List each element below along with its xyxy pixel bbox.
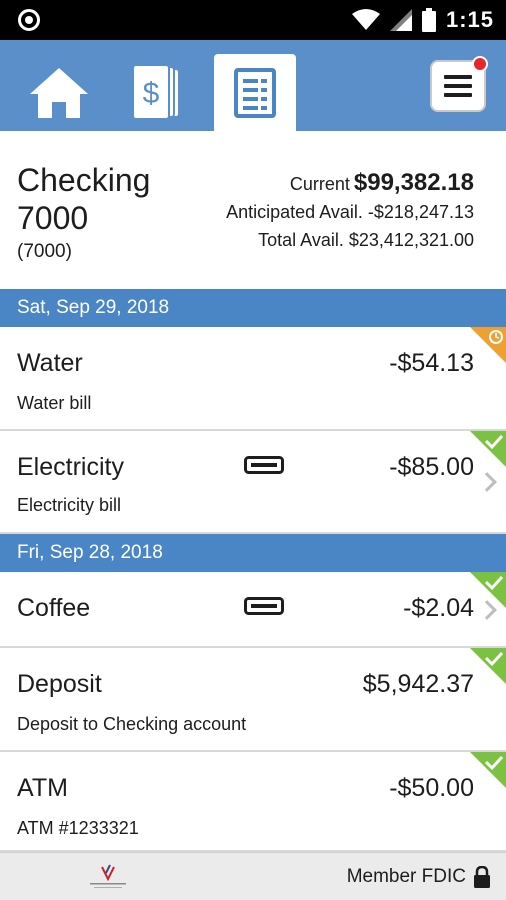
status-bar: 1:15 (0, 0, 506, 40)
chevron-right-icon[interactable] (477, 472, 497, 492)
lock-icon (474, 866, 490, 888)
account-name: Checking 7000 (17, 162, 151, 236)
footer: Member FDIC (0, 852, 506, 900)
current-balance-label: Current (289, 174, 350, 194)
transaction-row-water[interactable]: Water Water bill -$54.13 (0, 327, 506, 431)
hamburger-menu-icon (444, 75, 472, 97)
status-time: 1:15 (445, 7, 494, 32)
pending-clock-icon (470, 327, 506, 363)
transaction-row-atm[interactable]: ATM ATM #1233321 -$50.00 (0, 752, 506, 852)
current-balance-value: $99,382.18 (353, 169, 474, 196)
money-stack-icon: $ (132, 64, 180, 120)
transaction-amount: -$54.13 (389, 349, 474, 377)
transaction-name: Electricity (17, 453, 124, 481)
transaction-name: ATM (17, 774, 68, 802)
home-icon (30, 67, 88, 118)
transaction-amount: -$85.00 (389, 453, 474, 481)
cleared-check-icon (470, 572, 506, 608)
transaction-description: Water bill (17, 393, 92, 413)
notification-badge (472, 56, 488, 72)
receipt-icon (244, 597, 284, 615)
tab-register[interactable] (214, 54, 296, 131)
cleared-check-icon (470, 431, 506, 467)
anticipated-balance-value: -$218,247.13 (367, 202, 474, 222)
bank-logo (90, 864, 126, 888)
total-balance-row: Total Avail. $23,412,321.00 (226, 226, 474, 254)
top-nav: $ (0, 40, 506, 131)
transaction-name: Coffee (17, 594, 91, 622)
balance-summary: Current $99,382.18 Anticipated Avail. -$2… (226, 169, 474, 254)
transaction-description: Deposit to Checking account (17, 714, 247, 734)
total-balance-label: Total Avail. (258, 230, 344, 250)
anticipated-balance-row: Anticipated Avail. -$218,247.13 (226, 198, 474, 226)
transaction-name: Water (17, 349, 83, 377)
battery-icon (421, 8, 436, 32)
menu-button[interactable] (430, 56, 488, 112)
fdic-label: Member FDIC (346, 866, 466, 887)
transaction-amount: -$2.04 (403, 594, 474, 622)
signal-icon (389, 9, 412, 31)
account-number: (7000) (17, 241, 72, 262)
register-list-icon (234, 67, 276, 118)
transaction-row-deposit[interactable]: Deposit Deposit to Checking account $5,9… (0, 648, 506, 752)
cleared-check-icon (470, 752, 506, 788)
date-header: Sat, Sep 29, 2018 (0, 289, 506, 327)
transaction-name: Deposit (17, 670, 102, 698)
transaction-amount: $5,942.37 (362, 670, 474, 698)
total-balance-value: $23,412,321.00 (348, 230, 474, 250)
cleared-check-icon (470, 648, 506, 684)
fdic-notice: Member FDIC (347, 853, 490, 900)
wifi-icon (351, 9, 380, 30)
tab-home[interactable] (18, 54, 100, 131)
screen-record-icon (18, 9, 40, 31)
receipt-icon (244, 456, 284, 474)
account-header: Checking 7000 (7000) Current $99,382.18 A… (0, 131, 506, 289)
tab-money[interactable]: $ (116, 54, 198, 131)
svg-text:$: $ (143, 77, 160, 110)
transaction-description: ATM #1233321 (17, 818, 139, 838)
transaction-row-electricity[interactable]: Electricity Electricity bill -$85.00 (0, 431, 506, 534)
anticipated-balance-label: Anticipated Avail. (226, 202, 363, 222)
transaction-row-coffee[interactable]: Coffee -$2.04 (0, 572, 506, 648)
date-header: Fri, Sep 28, 2018 (0, 534, 506, 572)
transaction-amount: -$50.00 (389, 774, 474, 802)
transaction-description: Electricity bill (17, 495, 122, 515)
current-balance-row: Current $99,382.18 (226, 169, 474, 198)
